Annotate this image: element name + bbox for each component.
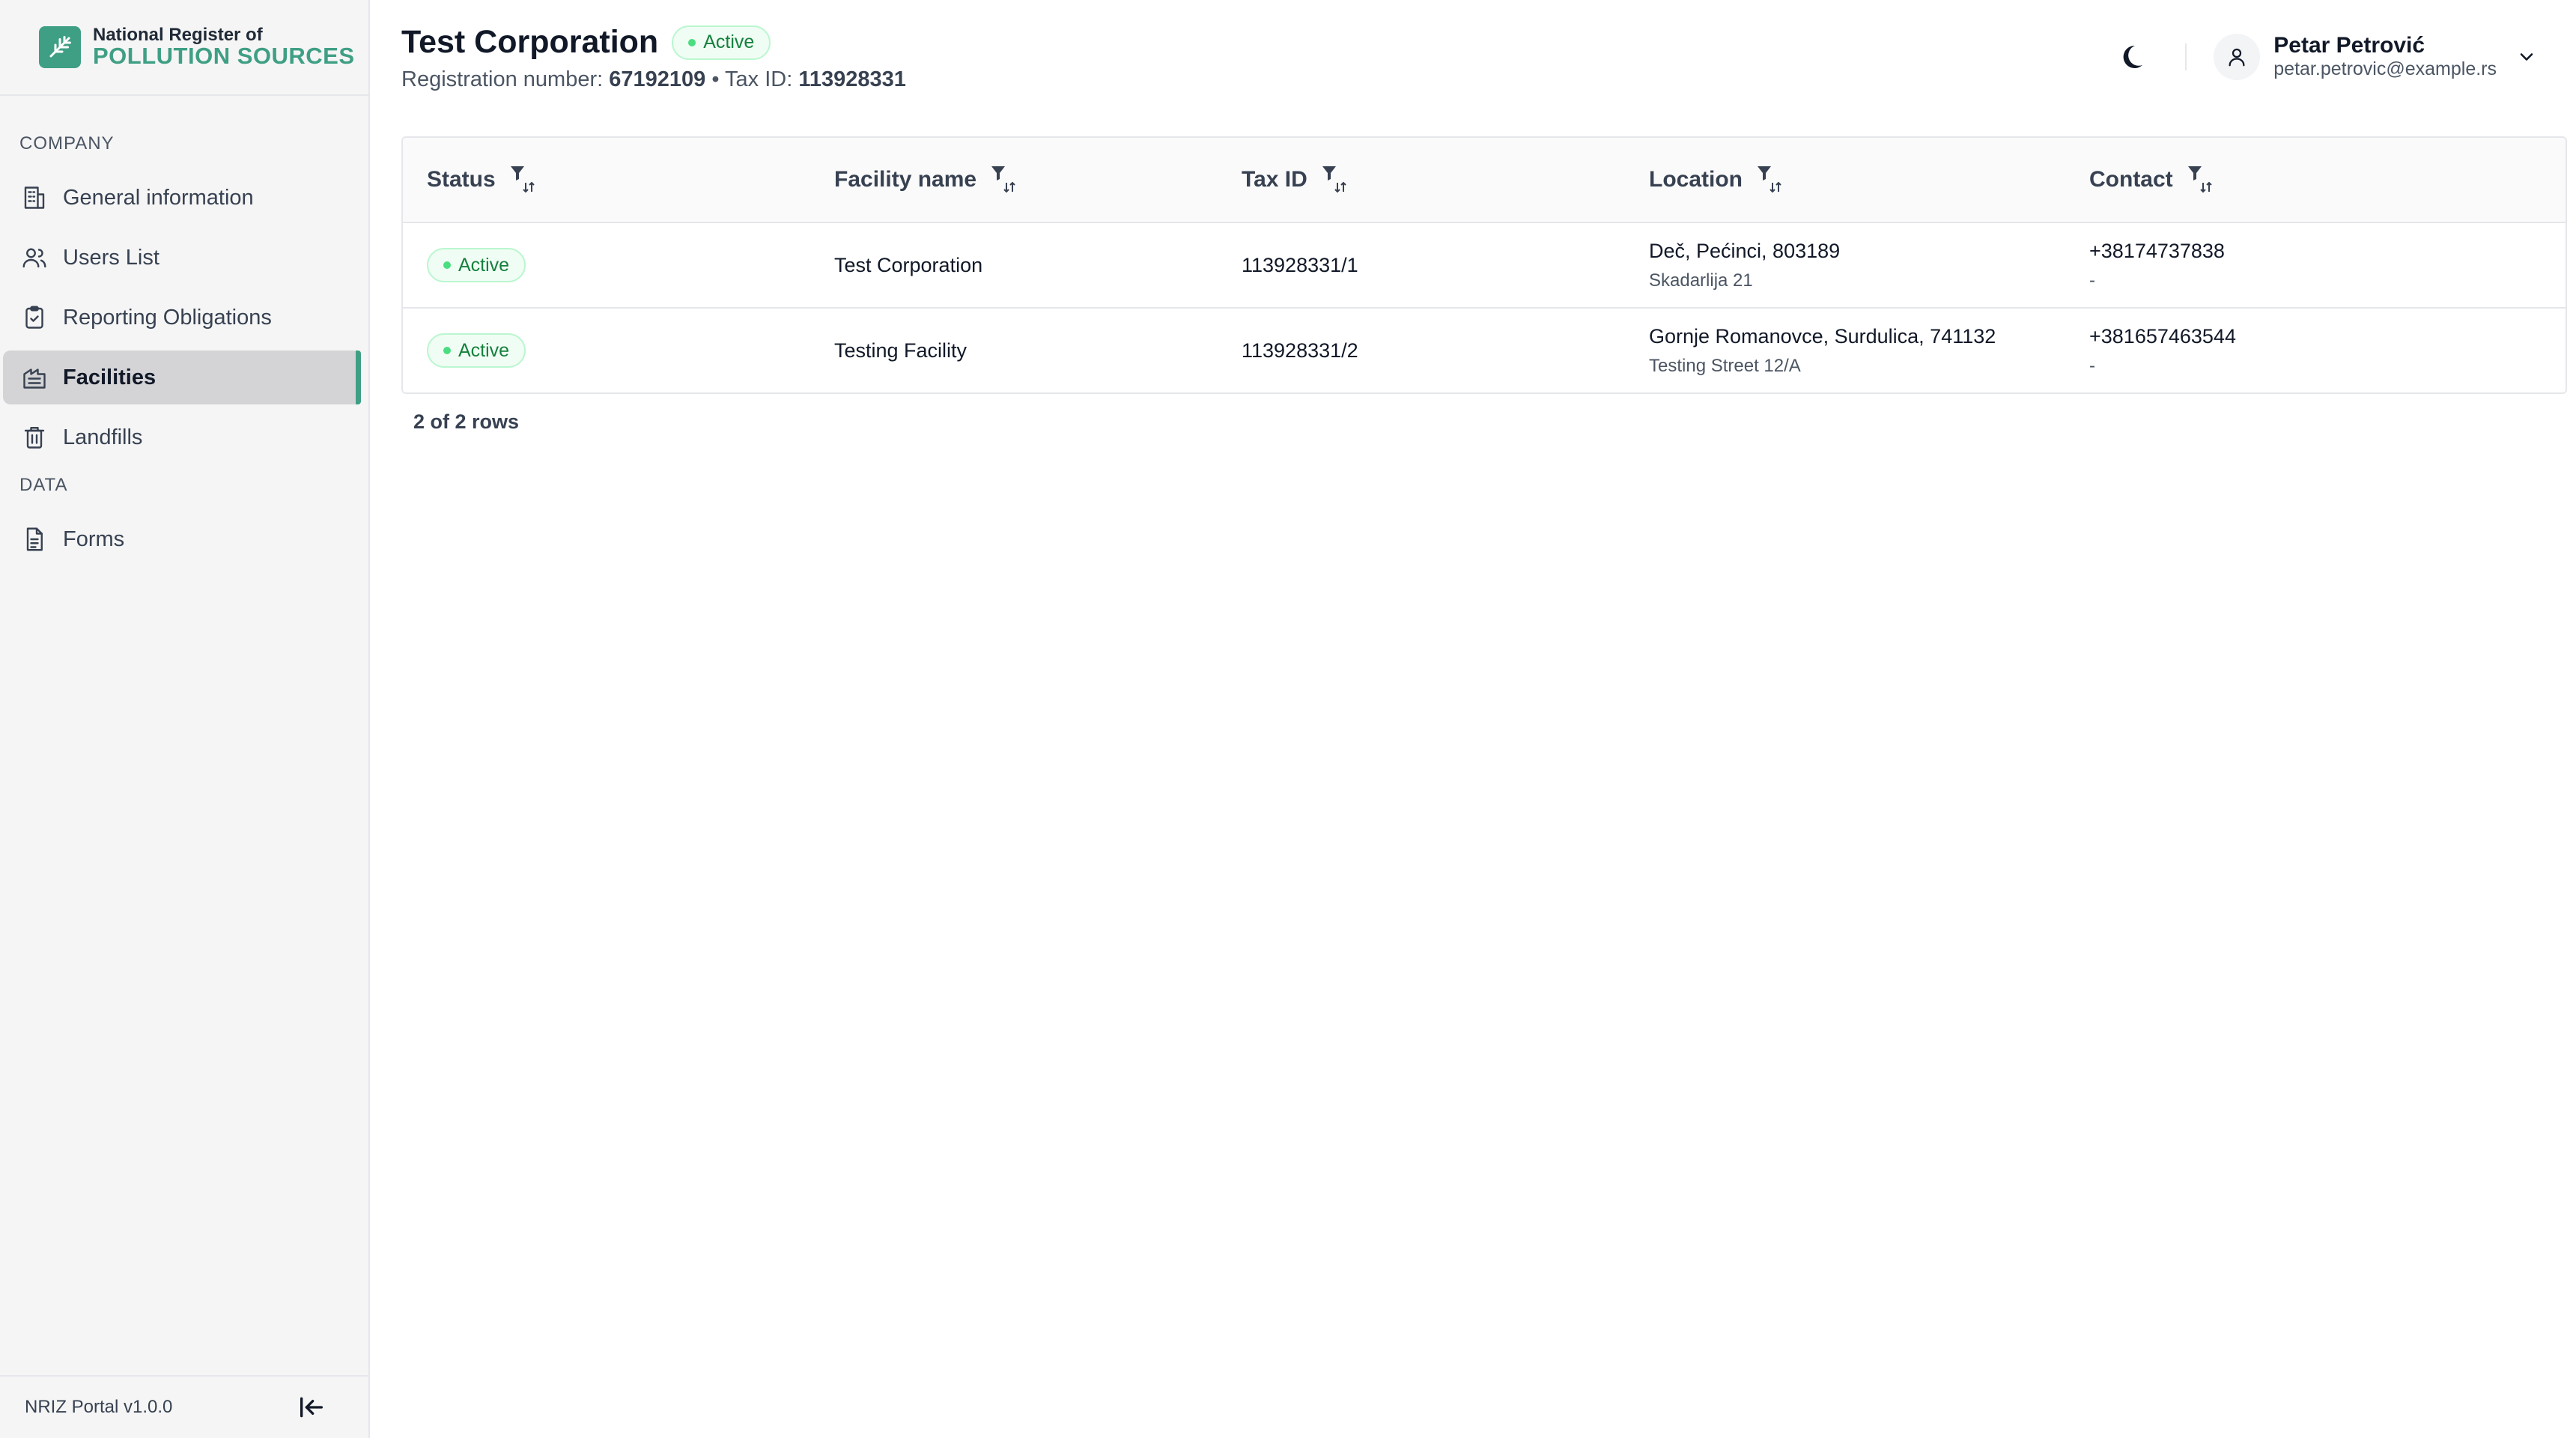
- location-cell: Deč, Pećinci, 803189 Skadarlija 21: [1625, 240, 2065, 291]
- location-secondary: Skadarlija 21: [1649, 270, 1753, 291]
- header-divider: [2185, 43, 2187, 70]
- header-actions: Petar Petrović petar.petrovic@example.rs: [2110, 33, 2542, 80]
- column-header-label: Tax ID: [1242, 167, 1307, 192]
- status-badge: Active: [427, 333, 526, 368]
- contact-phone: +381657463544: [2089, 324, 2236, 348]
- column-header-facility-name[interactable]: Facility name: [810, 165, 1218, 195]
- sidebar-item-reporting-obligations[interactable]: Reporting Obligations: [3, 291, 361, 345]
- sidebar-item-label: Reporting Obligations: [63, 305, 272, 330]
- contact-secondary: -: [2089, 270, 2095, 291]
- user-menu[interactable]: Petar Petrović petar.petrovic@example.rs: [2273, 33, 2497, 80]
- page-title: Test Corporation: [401, 24, 659, 60]
- column-header-label: Location: [1649, 167, 1743, 192]
- sidebar-item-label: Users List: [63, 245, 160, 270]
- registration-number: 67192109: [609, 67, 706, 91]
- status-badge-label: Active: [703, 31, 755, 52]
- table-row[interactable]: Active Test Corporation 113928331/1 Deč,…: [403, 223, 2566, 309]
- contact-cell: +38174737838 -: [2065, 240, 2566, 291]
- document-icon: [19, 524, 49, 554]
- section-label-company: COMPANY: [19, 133, 115, 154]
- sidebar-item-label: General information: [63, 185, 254, 210]
- building-icon: [19, 183, 49, 213]
- location-secondary: Testing Street 12/A: [1649, 355, 1801, 376]
- table-header-row: Status Facility name Tax ID Location Con…: [403, 138, 2566, 223]
- clipboard-check-icon: [19, 303, 49, 333]
- sidebar-item-forms[interactable]: Forms: [3, 512, 361, 566]
- sidebar-item-label: Facilities: [63, 365, 157, 389]
- filter-sort-icon[interactable]: [990, 165, 1020, 195]
- status-cell: Active: [403, 248, 810, 282]
- users-icon: [19, 243, 49, 273]
- brand-line2: POLLUTION SOURCES: [93, 43, 355, 70]
- collapse-sidebar-icon[interactable]: [297, 1392, 326, 1422]
- page-header: Test Corporation Active Registration num…: [370, 0, 2576, 120]
- filter-sort-icon[interactable]: [1321, 165, 1351, 195]
- user-avatar-icon[interactable]: [2214, 33, 2261, 80]
- status-badge-label: Active: [458, 254, 510, 276]
- leaf-logo-icon: [39, 26, 81, 68]
- main-content: Test Corporation Active Registration num…: [370, 0, 2576, 1438]
- tax-id-cell: 113928331/2: [1242, 339, 1358, 362]
- column-header-label: Facility name: [834, 167, 977, 192]
- tax-id-label: Tax ID:: [725, 67, 793, 91]
- sidebar: National Register of POLLUTION SOURCES C…: [0, 0, 370, 1438]
- contact-cell: +381657463544 -: [2065, 325, 2566, 377]
- tax-id-value: 113928331: [798, 67, 906, 91]
- user-name: Petar Petrović: [2273, 33, 2425, 58]
- status-dot-icon: [443, 347, 451, 354]
- sidebar-item-landfills[interactable]: Landfills: [3, 410, 361, 464]
- factory-icon: [19, 362, 49, 392]
- trash-icon: [19, 422, 49, 452]
- contact-secondary: -: [2089, 355, 2095, 376]
- location-primary: Gornje Romanovce, Surdulica, 741132: [1649, 324, 1996, 348]
- filter-sort-icon[interactable]: [1756, 165, 1786, 195]
- column-header-tax-id[interactable]: Tax ID: [1218, 165, 1625, 195]
- meta-separator: •: [711, 67, 720, 91]
- column-header-location[interactable]: Location: [1625, 165, 2065, 195]
- status-dot-icon: [443, 261, 451, 269]
- location-primary: Deč, Pećinci, 803189: [1649, 239, 1841, 262]
- facility-name-cell: Testing Facility: [834, 339, 967, 362]
- sidebar-footer: NRIZ Portal v1.0.0: [0, 1375, 368, 1438]
- sidebar-item-facilities[interactable]: Facilities: [3, 351, 361, 404]
- facility-name-cell: Test Corporation: [834, 253, 983, 276]
- column-header-status[interactable]: Status: [403, 165, 810, 195]
- user-email: petar.petrovic@example.rs: [2273, 58, 2497, 79]
- dark-mode-toggle-moon-icon[interactable]: [2110, 36, 2152, 78]
- sidebar-item-label: Landfills: [63, 425, 143, 449]
- brand-logo[interactable]: National Register of POLLUTION SOURCES: [0, 0, 368, 96]
- brand-line1: National Register of: [93, 25, 263, 46]
- app-version: NRIZ Portal v1.0.0: [25, 1397, 173, 1417]
- status-cell: Active: [403, 333, 810, 368]
- contact-phone: +38174737838: [2089, 239, 2225, 262]
- status-badge: Active: [672, 25, 771, 60]
- registration-label: Registration number:: [401, 67, 604, 91]
- tax-id-cell: 113928331/1: [1242, 253, 1358, 276]
- section-label-data: DATA: [19, 475, 68, 495]
- sidebar-item-label: Forms: [63, 527, 125, 551]
- status-badge: Active: [427, 248, 526, 282]
- company-meta: Registration number: 67192109 • Tax ID: …: [401, 67, 906, 92]
- location-cell: Gornje Romanovce, Surdulica, 741132 Test…: [1625, 325, 2065, 377]
- filter-sort-icon[interactable]: [509, 165, 539, 195]
- status-badge-label: Active: [458, 339, 510, 361]
- column-header-label: Status: [427, 167, 496, 192]
- sidebar-item-users-list[interactable]: Users List: [3, 231, 361, 285]
- row-count: 2 of 2 rows: [413, 410, 520, 433]
- column-header-contact[interactable]: Contact: [2065, 165, 2566, 195]
- status-dot-icon: [688, 38, 696, 46]
- filter-sort-icon[interactable]: [2187, 165, 2217, 195]
- table-row[interactable]: Active Testing Facility 113928331/2 Gorn…: [403, 309, 2566, 392]
- facilities-table: Status Facility name Tax ID Location Con…: [401, 136, 2567, 394]
- column-header-label: Contact: [2089, 167, 2173, 192]
- sidebar-item-general-information[interactable]: General information: [3, 171, 361, 225]
- chevron-down-icon[interactable]: [2512, 42, 2542, 72]
